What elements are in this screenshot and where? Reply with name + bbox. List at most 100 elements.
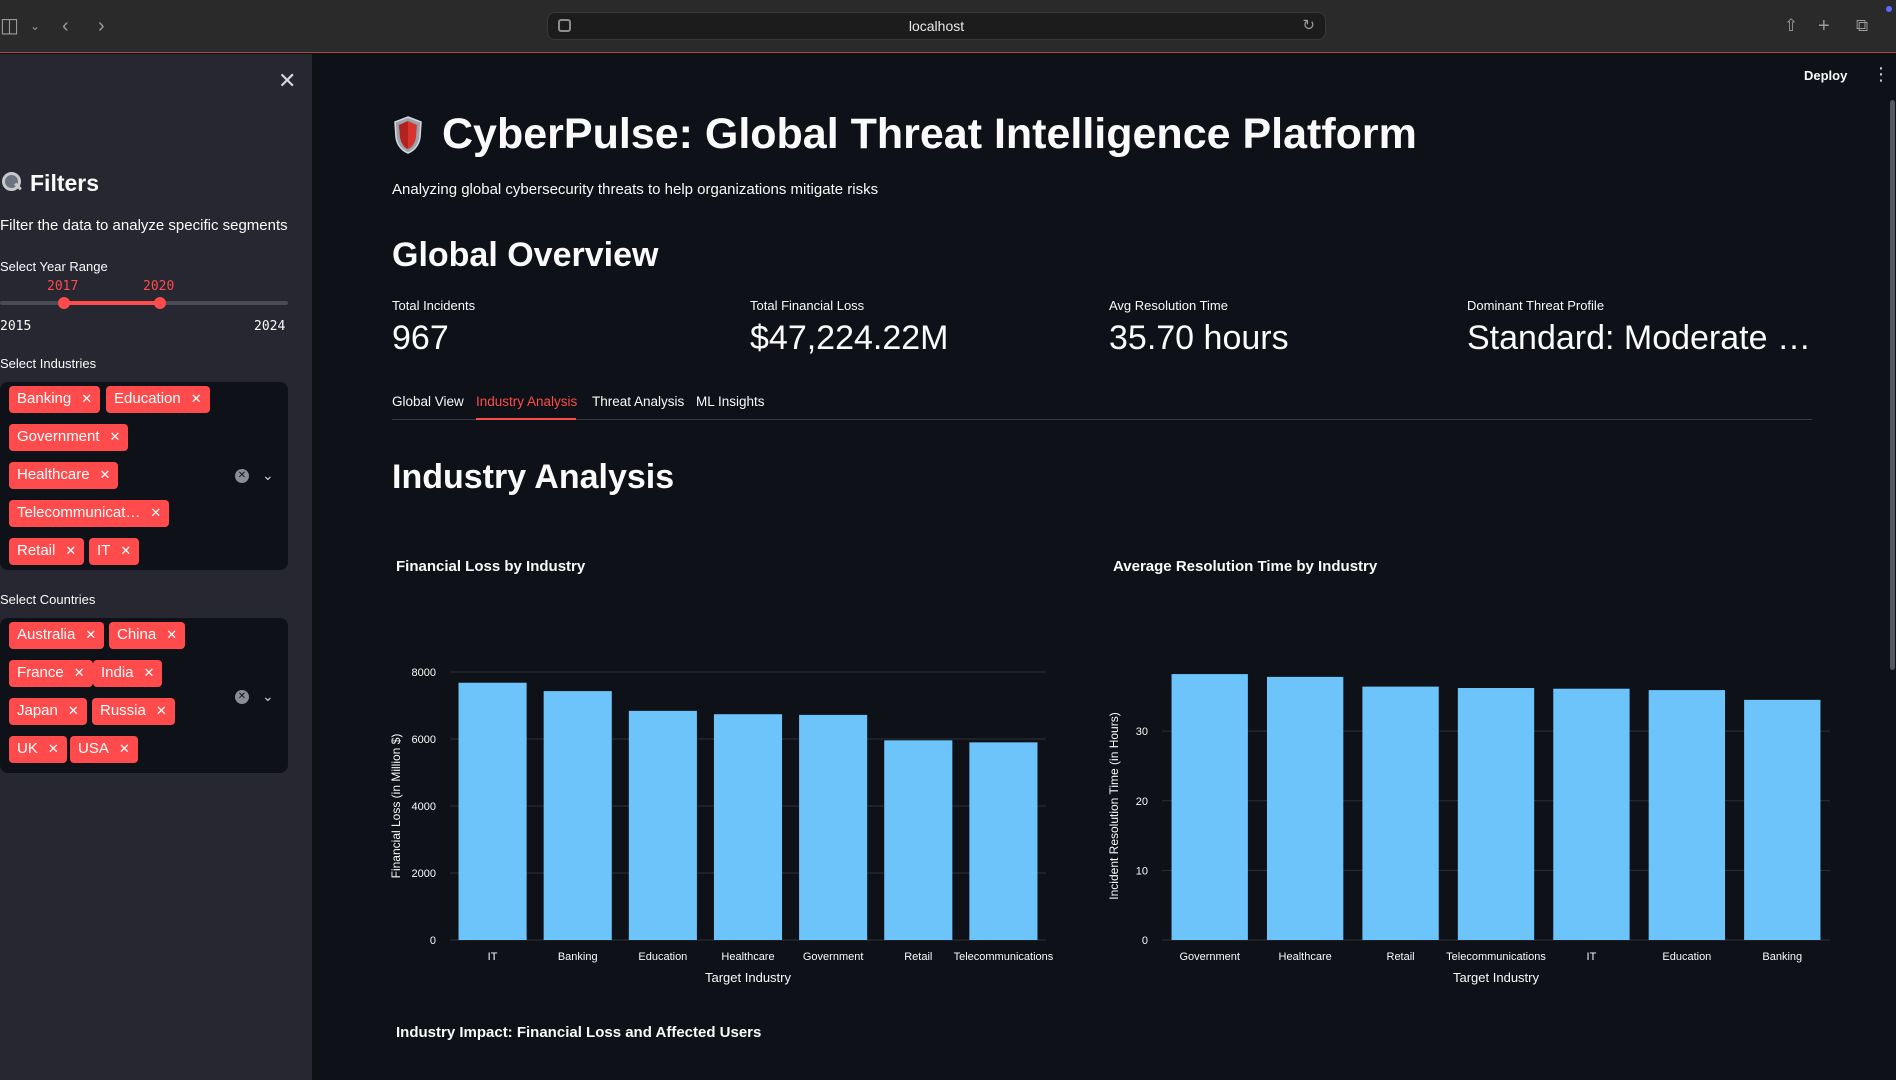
bar-retail — [1362, 686, 1439, 940]
more-menu-icon[interactable]: ⋮ — [1872, 64, 1890, 85]
remove-tag-icon[interactable]: ✕ — [85, 627, 96, 642]
tab-ml-insights[interactable]: ML Insights — [696, 394, 765, 409]
tag-label: UK — [17, 740, 38, 757]
remove-tag-icon[interactable]: ✕ — [65, 543, 76, 558]
remove-tag-icon[interactable]: ✕ — [191, 391, 202, 406]
overview-heading: Global Overview — [392, 236, 659, 274]
year-range-label: Select Year Range — [0, 259, 108, 274]
tag-government[interactable]: Government ✕ — [9, 424, 129, 451]
section-heading: Industry Analysis — [392, 458, 675, 496]
reload-icon[interactable]: ↻ — [1302, 16, 1315, 34]
x-tick-label: IT — [488, 951, 498, 963]
remove-tag-icon[interactable]: ✕ — [68, 703, 79, 718]
back-icon[interactable]: ‹ — [62, 14, 69, 38]
tag-healthcare[interactable]: Healthcare ✕ — [9, 462, 119, 489]
address-bar[interactable]: localhost ↻ — [547, 12, 1326, 40]
countries-label: Select Countries — [0, 592, 96, 607]
sidebar-toggle-icon[interactable]: ◫ — [0, 14, 19, 38]
tab-threat-analysis[interactable]: Threat Analysis — [592, 394, 684, 409]
clear-all-icon[interactable]: ✕ — [235, 690, 249, 704]
remove-tag-icon[interactable]: ✕ — [119, 741, 130, 756]
forward-icon[interactable]: › — [98, 14, 105, 38]
x-tick-label: Retail — [1387, 951, 1415, 963]
tag-france[interactable]: France ✕ — [9, 660, 93, 687]
tag-label: Banking — [17, 390, 72, 407]
chevron-down-icon[interactable]: ⌄ — [262, 467, 274, 484]
y-tick-label: 30 — [1136, 726, 1148, 738]
tab-global-view[interactable]: Global View — [392, 394, 464, 409]
y-axis-label: Financial Loss (in Million $) — [389, 734, 403, 879]
slider-thumb-high[interactable] — [154, 297, 166, 309]
slider-high-value: 2020 — [143, 279, 175, 294]
page-subtitle: Analyzing global cybersecurity threats t… — [392, 181, 879, 198]
tag-china[interactable]: China ✕ — [109, 622, 186, 649]
bar-telecommunications — [969, 742, 1038, 940]
share-icon[interactable]: ⇧ — [1784, 14, 1798, 38]
close-sidebar-icon[interactable]: ✕ — [278, 68, 296, 94]
sidebar-title: Filters — [0, 170, 99, 197]
deploy-button[interactable]: Deploy — [1804, 68, 1847, 83]
tag-label: Government — [17, 428, 100, 445]
metric-label: Total Financial Loss — [750, 298, 865, 313]
tag-india[interactable]: India ✕ — [93, 660, 163, 687]
remove-tag-icon[interactable]: ✕ — [120, 543, 131, 558]
industries-multiselect[interactable]: Banking ✕ Education ✕ Government ✕ Healthca… — [0, 382, 288, 570]
url-text: localhost — [908, 18, 965, 34]
tag-it[interactable]: IT ✕ — [89, 538, 140, 565]
slider-thumb-low[interactable] — [58, 297, 70, 309]
main-content: Deploy ⋮ CyberPulse: Global Threat Intel… — [312, 54, 1896, 1080]
tag-australia[interactable]: Australia ✕ — [9, 622, 105, 649]
remove-tag-icon[interactable]: ✕ — [156, 703, 167, 718]
scrollbar[interactable] — [1890, 100, 1895, 670]
remove-tag-icon[interactable]: ✕ — [81, 391, 92, 406]
x-tick-label: Retail — [904, 951, 932, 963]
remove-tag-icon[interactable]: ✕ — [166, 627, 177, 642]
tag-uk[interactable]: UK ✕ — [9, 736, 67, 763]
remove-tag-icon[interactable]: ✕ — [110, 429, 121, 444]
tag-label: Retail — [17, 542, 56, 559]
slider-fill — [64, 301, 160, 305]
remove-tag-icon[interactable]: ✕ — [100, 467, 111, 482]
tag-label: Australia — [17, 626, 76, 643]
clear-all-icon[interactable]: ✕ — [235, 469, 249, 483]
slider-max-label: 2024 — [254, 319, 286, 334]
tag-retail[interactable]: Retail ✕ — [9, 538, 85, 565]
bar-education — [1648, 690, 1726, 940]
metric-value: 35.70 hours — [1109, 319, 1289, 357]
y-tick-label: 4000 — [412, 801, 436, 813]
tab-overview-icon[interactable]: ⧉ — [1856, 14, 1868, 38]
x-tick-label: Government — [803, 951, 864, 963]
tag-telecommunications[interactable]: Telecommunicat… ✕ — [9, 500, 170, 527]
remove-tag-icon[interactable]: ✕ — [74, 665, 85, 680]
y-tick-label: 6000 — [412, 734, 436, 746]
remove-tag-icon[interactable]: ✕ — [48, 741, 59, 756]
notification-badge — [1886, 6, 1892, 12]
y-axis-label: Incident Resolution Time (in Hours) — [1107, 712, 1121, 899]
tag-label: USA — [78, 740, 109, 757]
tag-japan[interactable]: Japan ✕ — [9, 698, 87, 725]
bar-telecommunications — [1457, 688, 1535, 940]
tag-label: Telecommunicat… — [17, 504, 141, 521]
metric-value: 967 — [392, 319, 449, 357]
chevron-down-icon[interactable]: ⌄ — [30, 14, 40, 38]
x-tick-label: Banking — [558, 951, 598, 963]
countries-multiselect[interactable]: Australia ✕ China ✕ France ✕ India ✕ Japan ✕ … — [0, 618, 288, 773]
tag-russia[interactable]: Russia ✕ — [92, 698, 175, 725]
tag-banking[interactable]: Banking ✕ — [9, 386, 101, 413]
x-axis-label: Target Industry — [705, 970, 791, 985]
new-tab-icon[interactable]: + — [1818, 14, 1830, 38]
resolution-time-chart: 0 10 20 30 Government Healthcare Retail Telecom… — [1107, 674, 1830, 985]
y-tick-label: 0 — [430, 935, 436, 947]
tag-usa[interactable]: USA ✕ — [70, 736, 138, 763]
y-tick-label: 20 — [1136, 796, 1148, 808]
y-tick-label: 10 — [1136, 865, 1148, 877]
remove-tag-icon[interactable]: ✕ — [144, 665, 155, 680]
metric-value: Standard: Moderate … — [1467, 319, 1811, 357]
x-tick-label: Healthcare — [1279, 951, 1332, 963]
remove-tag-icon[interactable]: ✕ — [150, 505, 161, 520]
tab-bar: Global View Industry Analysis Threat Ana… — [392, 394, 1812, 420]
tag-education[interactable]: Education ✕ — [106, 386, 210, 413]
tab-industry-analysis[interactable]: Industry Analysis — [476, 394, 577, 409]
x-tick-label: Education — [638, 951, 687, 963]
chevron-down-icon[interactable]: ⌄ — [262, 688, 274, 705]
